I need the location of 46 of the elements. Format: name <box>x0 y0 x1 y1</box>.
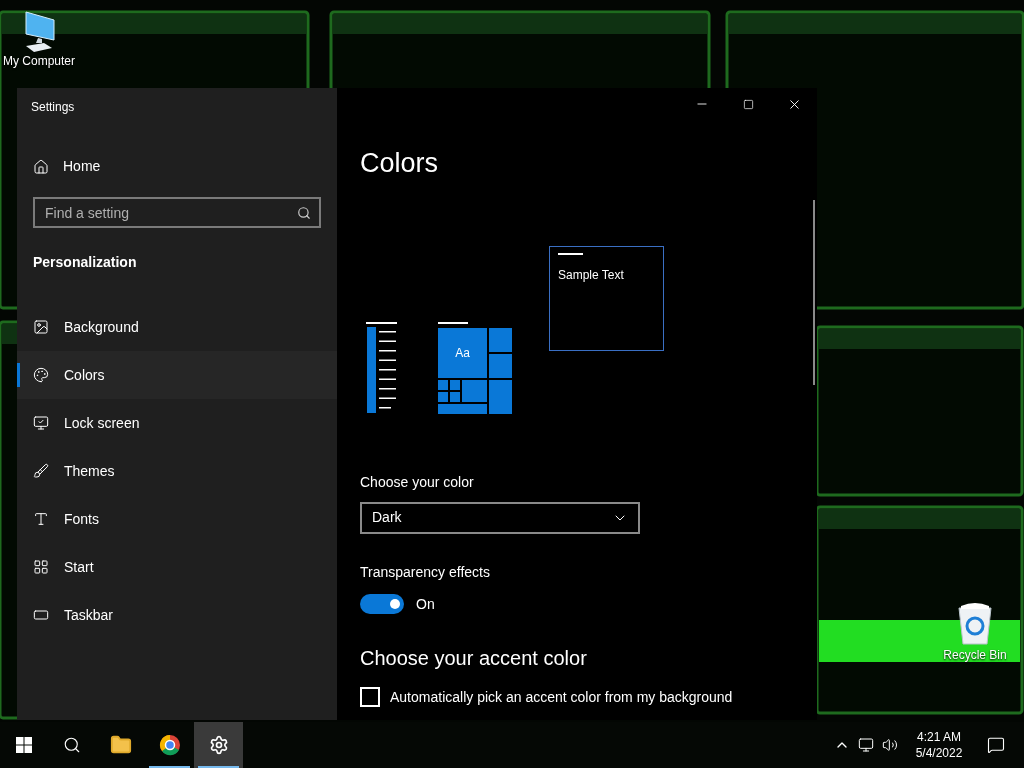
nav-item[interactable]: Lock screen <box>17 399 337 447</box>
color-dropdown[interactable]: Dark <box>360 501 640 534</box>
nav-item[interactable]: Taskbar <box>17 591 337 639</box>
grid-icon <box>33 559 49 575</box>
small-tiles-drawing <box>438 379 487 414</box>
windows-logo-icon <box>16 737 32 753</box>
recycle-bin-icon[interactable] <box>955 602 995 646</box>
section-heading: Choose your accent color <box>360 645 588 671</box>
page-title: Colors <box>360 147 440 180</box>
volume-icon <box>882 737 898 753</box>
sample-tile: Aa <box>438 327 487 378</box>
folder-icon <box>109 734 132 756</box>
computer-icon[interactable] <box>22 10 56 52</box>
section-heading: Personalization <box>33 253 138 272</box>
monitor-icon <box>33 415 49 431</box>
font-icon <box>33 511 49 527</box>
picture-icon <box>33 319 49 335</box>
nav-item[interactable]: Fonts <box>17 495 337 543</box>
toggle-switch[interactable] <box>360 594 404 614</box>
clock[interactable]: 4:21 AM 5/4/2022 <box>902 722 976 768</box>
rectangle-icon <box>33 607 49 623</box>
notification-icon <box>987 736 1005 754</box>
field-label: Choose your color <box>360 472 475 492</box>
search-icon <box>297 206 311 220</box>
nav-item[interactable]: Background <box>17 303 337 351</box>
checkbox[interactable] <box>360 687 380 707</box>
nav-item[interactable]: Themes <box>17 447 337 495</box>
field-label: Transparency effects <box>360 562 491 582</box>
home-nav-item[interactable]: Home <box>33 156 337 177</box>
nav-item[interactable]: Colors <box>17 351 337 399</box>
browser-icon <box>158 734 181 756</box>
taskbar-app[interactable] <box>194 722 243 768</box>
network-icon <box>858 737 874 753</box>
checkbox-label: Automatically pick an accent color from my background <box>390 687 733 707</box>
palette-icon <box>33 367 49 383</box>
window-title: Settings <box>31 99 76 116</box>
sample-text: Sample Text <box>558 266 625 284</box>
desktop-icon-label[interactable]: My Computer <box>3 52 75 70</box>
search-field[interactable]: Find a setting <box>33 197 321 228</box>
maximize-icon <box>742 98 754 110</box>
home-icon <box>33 158 49 175</box>
search-icon <box>63 736 81 754</box>
toggle-state-text: On <box>416 594 435 614</box>
brush-icon <box>33 463 49 479</box>
settings-icon <box>208 735 229 755</box>
nav-item[interactable]: Start <box>17 543 337 591</box>
